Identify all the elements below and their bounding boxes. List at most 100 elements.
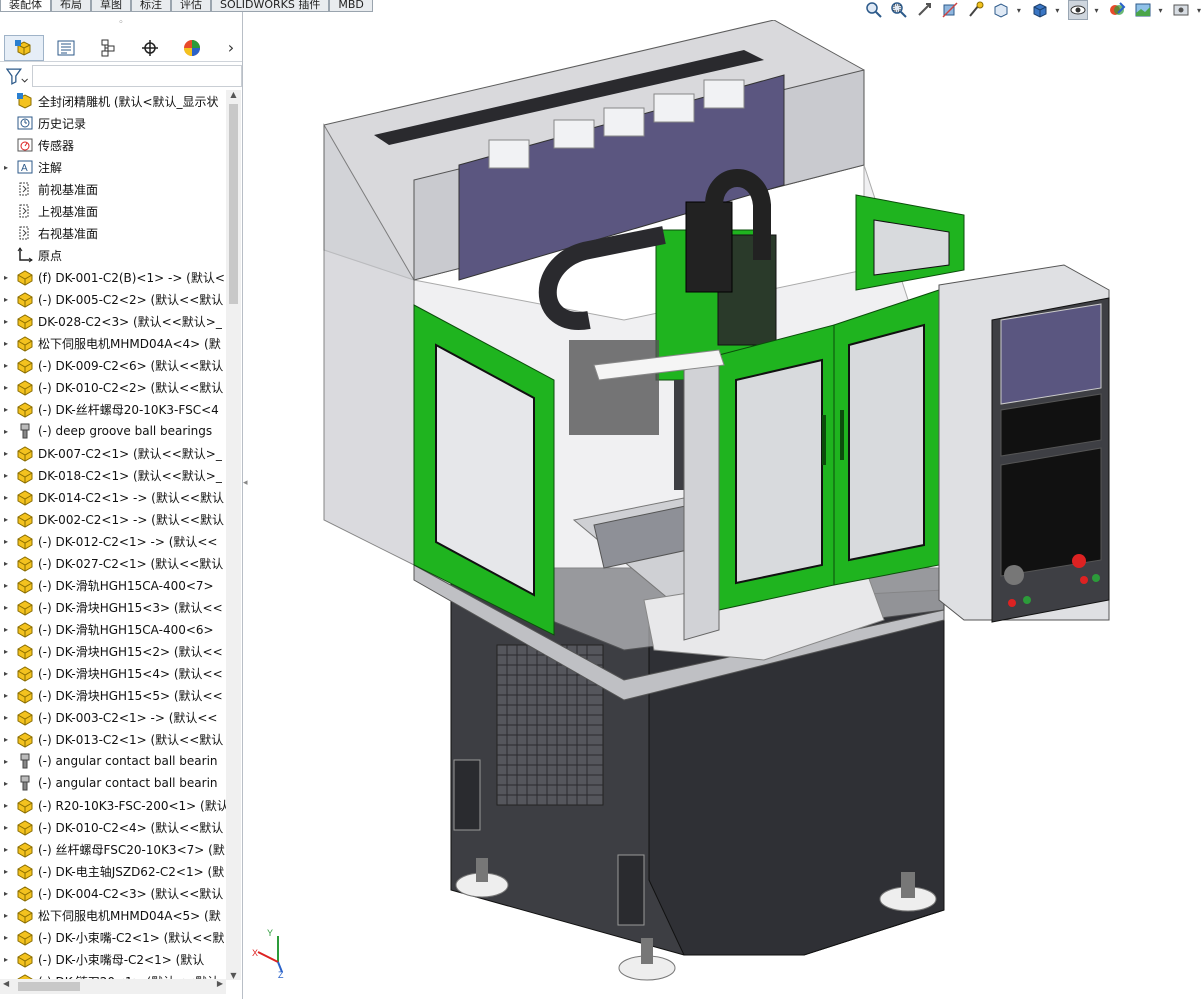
edit-appearance-icon[interactable]	[1108, 0, 1127, 20]
expand-caret-icon[interactable]: ▸	[0, 493, 12, 502]
funnel-icon[interactable]	[6, 67, 28, 85]
tree-item[interactable]: ▸ (-) DK-滑块HGH15<3> (默认<<	[0, 596, 226, 618]
expand-caret-icon[interactable]: ▸	[0, 515, 12, 524]
expand-caret-icon[interactable]: ▸	[0, 603, 12, 612]
hide-show-dropdown-icon[interactable]: ▾	[1094, 6, 1101, 15]
tree-item[interactable]: ▸ (-) DK-滑轨HGH15CA-400<7>	[0, 574, 226, 596]
expand-caret-icon[interactable]: ▸	[0, 383, 12, 392]
tree-item[interactable]: ▸ (-) DK-滑块HGH15<4> (默认<<	[0, 662, 226, 684]
tree-item[interactable]: ▸ (-) DK-滑块HGH15<5> (默认<<	[0, 684, 226, 706]
expand-caret-icon[interactable]: ▸	[0, 471, 12, 480]
apply-scene-icon[interactable]	[1133, 0, 1152, 20]
expand-caret-icon[interactable]: ▸	[0, 889, 12, 898]
tab-property-manager[interactable]	[46, 35, 86, 61]
tree-item[interactable]: ▸ (-) DK-012-C2<1> -> (默认<<	[0, 530, 226, 552]
tree-item[interactable]: ▸ DK-018-C2<1> (默认<<默认>_	[0, 464, 226, 486]
tree-item[interactable]: ▸ DK-007-C2<1> (默认<<默认>_	[0, 442, 226, 464]
tree-item[interactable]: ▸ A 注解	[0, 156, 226, 178]
tree-item[interactable]: 上视基准面	[0, 200, 226, 222]
tree-item[interactable]: ▸ (-) 丝杆螺母FSC20-10K3<7> (默	[0, 838, 226, 860]
section-view-icon[interactable]	[940, 0, 959, 20]
tree-horizontal-scrollbar[interactable]: ◀ ▶	[0, 979, 226, 994]
tree-item[interactable]: ▸ (-) DK-小束嘴-C2<1> (默认<<默	[0, 926, 226, 948]
zoom-to-fit-icon[interactable]	[864, 0, 883, 20]
expand-caret-icon[interactable]: ▸	[0, 449, 12, 458]
panel-grip-icon[interactable]: ◦	[0, 12, 242, 34]
tree-filter-input[interactable]	[31, 65, 242, 87]
display-style-icon[interactable]	[1030, 0, 1049, 20]
view-orientation-dropdown-icon[interactable]: ▾	[1017, 6, 1024, 15]
tree-item[interactable]: ▸ (-) DK-013-C2<1> (默认<<默认	[0, 728, 226, 750]
tree-item[interactable]: 前视基准面	[0, 178, 226, 200]
tab-feature-manager[interactable]	[4, 34, 44, 61]
tree-item[interactable]: ▸ DK-014-C2<1> -> (默认<<默认	[0, 486, 226, 508]
tree-item[interactable]: ▸ (-) deep groove ball bearings	[0, 420, 226, 442]
panel-more-chevron-icon[interactable]: ›	[220, 38, 242, 57]
hscroll-thumb[interactable]	[18, 982, 80, 991]
tree-item[interactable]: 右视基准面	[0, 222, 226, 244]
expand-caret-icon[interactable]: ▸	[0, 757, 12, 766]
scroll-up-icon[interactable]: ▲	[226, 90, 241, 99]
tree-item[interactable]: ▸ (-) DK-滑轨HGH15CA-400<6>	[0, 618, 226, 640]
graphics-viewport[interactable]	[244, 19, 1204, 999]
tree-item[interactable]: ▸ (-) angular contact ball bearin	[0, 772, 226, 794]
expand-caret-icon[interactable]: ▸	[0, 647, 12, 656]
tree-item[interactable]: 全封闭精雕机 (默认<默认_显示状	[0, 90, 226, 112]
tab-display-manager[interactable]	[172, 35, 212, 61]
scroll-down-icon[interactable]: ▼	[226, 971, 241, 980]
tab-command-4[interactable]: 评估	[171, 0, 211, 12]
tree-item[interactable]: ▸ (-) DK-小束嘴母-C2<1> (默认	[0, 948, 226, 970]
expand-caret-icon[interactable]: ▸	[0, 427, 12, 436]
tree-item[interactable]: ▸ (-) DK-010-C2<2> (默认<<默认	[0, 376, 226, 398]
tree-item[interactable]: ▸ DK-002-C2<1> -> (默认<<默认	[0, 508, 226, 530]
tree-item[interactable]: ▸ (f) DK-001-C2(B)<1> -> (默认<	[0, 266, 226, 288]
view-orientation-icon[interactable]	[991, 0, 1010, 20]
expand-caret-icon[interactable]: ▸	[0, 559, 12, 568]
tree-item[interactable]: ▸ (-) DK-005-C2<2> (默认<<默认	[0, 288, 226, 310]
expand-caret-icon[interactable]: ▸	[0, 669, 12, 678]
scroll-right-icon[interactable]: ▶	[217, 979, 223, 988]
dynamic-annotation-icon[interactable]	[966, 0, 985, 20]
zoom-area-icon[interactable]	[889, 0, 908, 20]
tab-command-6[interactable]: MBD	[329, 0, 373, 12]
expand-caret-icon[interactable]: ▸	[0, 537, 12, 546]
tree-item[interactable]: ▸ 松下伺服电机MHMD04A<5> (默	[0, 904, 226, 926]
display-style-dropdown-icon[interactable]: ▾	[1055, 6, 1062, 15]
expand-caret-icon[interactable]: ▸	[0, 779, 12, 788]
expand-caret-icon[interactable]: ▸	[0, 405, 12, 414]
tree-item[interactable]: ▸ DK-028-C2<3> (默认<<默认>_	[0, 310, 226, 332]
expand-caret-icon[interactable]: ▸	[0, 933, 12, 942]
view-settings-dropdown-icon[interactable]: ▾	[1197, 6, 1204, 15]
tree-item[interactable]: ▸ (-) DK-丝杆螺母20-10K3-FSC<4	[0, 398, 226, 420]
expand-caret-icon[interactable]: ▸	[0, 691, 12, 700]
tree-item[interactable]: ▸ 松下伺服电机MHMD04A<4> (默	[0, 332, 226, 354]
hide-show-icon[interactable]	[1068, 0, 1089, 20]
expand-caret-icon[interactable]: ▸	[0, 713, 12, 722]
expand-caret-icon[interactable]: ▸	[0, 295, 12, 304]
expand-caret-icon[interactable]: ▸	[0, 317, 12, 326]
tab-configuration-manager[interactable]	[88, 35, 128, 61]
tree-item[interactable]: ▸ (-) DK-004-C2<3> (默认<<默认	[0, 882, 226, 904]
expand-caret-icon[interactable]: ▸	[0, 163, 12, 172]
view-settings-icon[interactable]	[1172, 0, 1191, 20]
tree-item[interactable]: ▸ (-) DK-电主轴JSZD62-C2<1> (默	[0, 860, 226, 882]
expand-caret-icon[interactable]: ▸	[0, 339, 12, 348]
tree-item[interactable]: ▸ (-) DK-009-C2<6> (默认<<默认	[0, 354, 226, 376]
expand-caret-icon[interactable]: ▸	[0, 273, 12, 282]
tree-vertical-scrollbar[interactable]: ▲ ▼	[226, 90, 241, 980]
tab-dimxpert-manager[interactable]	[130, 35, 170, 61]
tree-item[interactable]: ▸ (-) R20-10K3-FSC-200<1> (默认	[0, 794, 226, 816]
previous-view-icon[interactable]	[915, 0, 934, 20]
expand-caret-icon[interactable]: ▸	[0, 911, 12, 920]
cnc-engraving-machine-model[interactable]	[244, 19, 1204, 999]
expand-caret-icon[interactable]: ▸	[0, 361, 12, 370]
tree-item[interactable]: ▸ (-) DK-010-C2<4> (默认<<默认	[0, 816, 226, 838]
expand-caret-icon[interactable]: ▸	[0, 581, 12, 590]
tree-item[interactable]: 原点	[0, 244, 226, 266]
expand-caret-icon[interactable]: ▸	[0, 625, 12, 634]
expand-caret-icon[interactable]: ▸	[0, 867, 12, 876]
apply-scene-dropdown-icon[interactable]: ▾	[1158, 6, 1165, 15]
tab-command-3[interactable]: 标注	[131, 0, 171, 12]
tab-command-2[interactable]: 草图	[91, 0, 131, 12]
tab-command-5[interactable]: SOLIDWORKS 插件	[211, 0, 330, 12]
